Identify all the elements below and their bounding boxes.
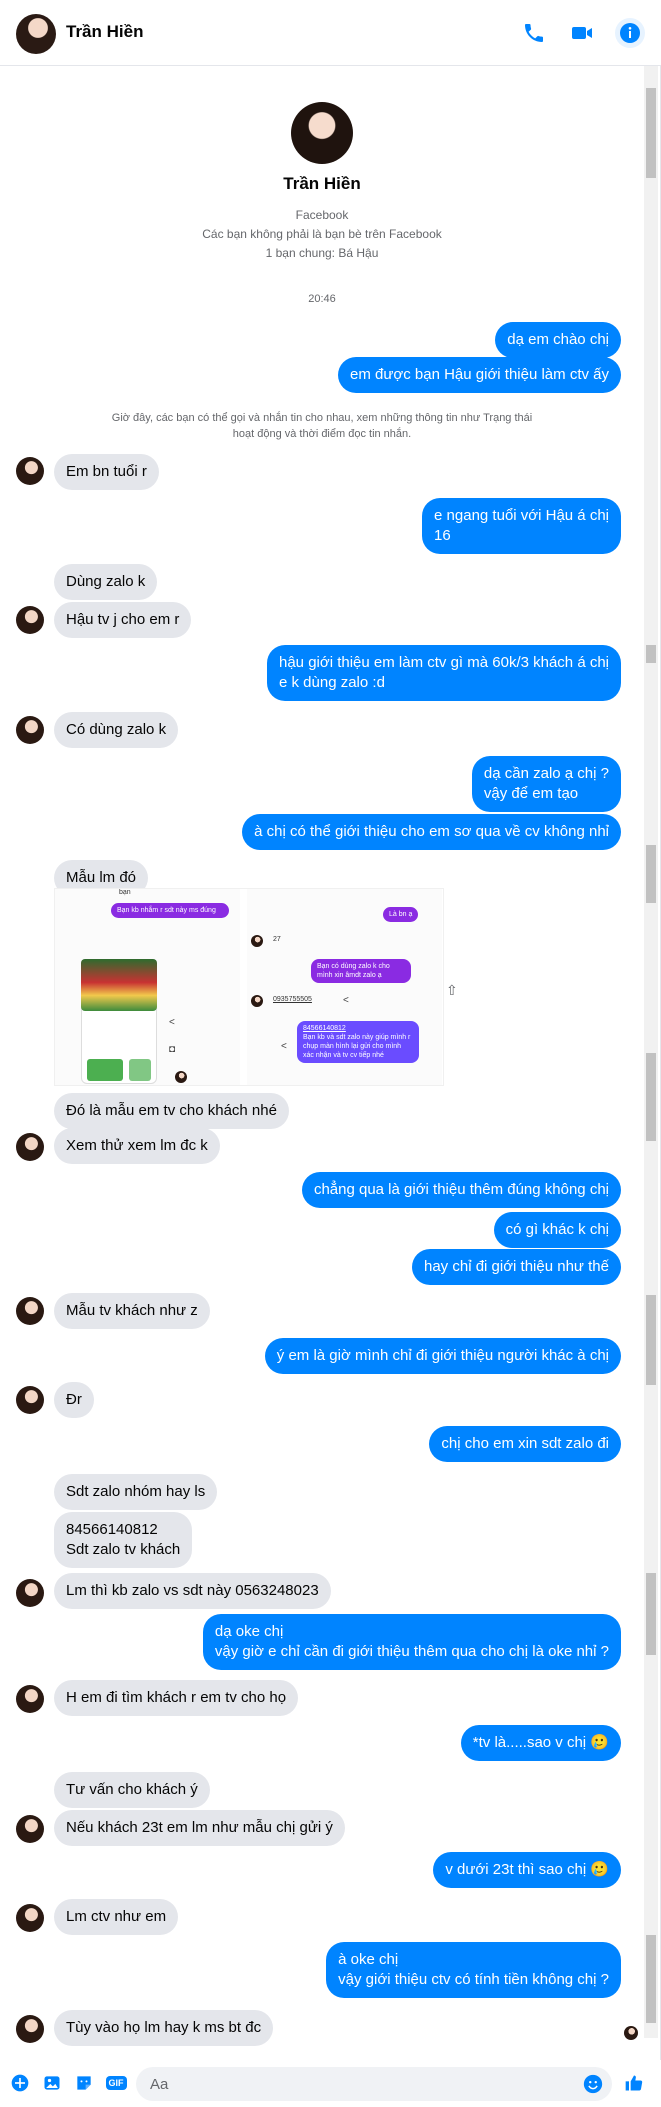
scrollbar-thumb[interactable] [646,1053,656,1141]
scrollbar-track[interactable] [644,66,658,2038]
contact-avatar-small[interactable] [16,1133,44,1161]
contact-avatar-small[interactable] [16,1815,44,1843]
message-incoming[interactable]: Mẫu tv khách như z [54,1293,210,1329]
message-outgoing[interactable]: *tv là.....sao v chị 🥲 [460,1725,621,1761]
share-icon[interactable]: ⇧ [446,982,462,998]
scrollbar-thumb[interactable] [646,1935,656,2023]
screenshot-right: Là bn ạ 27 Bạn có dùng zalo k cho mình x… [247,889,442,1085]
message-input[interactable] [136,2067,556,2101]
message-input-box[interactable] [136,2067,612,2101]
scrollbar-thumb[interactable] [646,1295,656,1385]
phone-icon[interactable] [519,18,549,48]
scrollbar-thumb[interactable] [646,88,656,178]
screenshot-photo [81,959,157,1011]
message-incoming[interactable]: 84566140812 Sdt zalo tv khách [54,1512,193,1568]
message-incoming[interactable]: Hậu tv j cho em r [54,602,192,638]
contact-avatar[interactable] [16,14,56,54]
share-icon: < [343,995,349,1006]
message-outgoing[interactable]: dạ oke chị vậy giờ e chỉ cần đi giới thi… [202,1614,621,1670]
message-incoming[interactable]: Lm ctv như em [54,1899,179,1935]
message-composer: GIF [0,2060,661,2107]
message-outgoing[interactable]: v dưới 23t thì sao chị 🥲 [433,1852,621,1888]
intro-not-friends: Các bạn không phải là bạn bè trên Facebo… [202,227,442,241]
chat-header: Trần Hiền [0,0,661,66]
message-outgoing[interactable]: chẳng qua là giới thiệu thêm đúng không … [301,1172,621,1208]
message-outgoing[interactable]: ý em là giờ mình chỉ đi giới thiệu người… [264,1338,621,1374]
message-outgoing[interactable]: à oke chị vậy giới thiệu ctv có tính tiề… [326,1942,621,1998]
scrollbar-thumb[interactable] [646,1573,656,1655]
screenshot-bubble-text: Bạn kb và sdt zalo này giúp mình r chụp … [303,1034,411,1059]
screenshot-avatar [251,995,263,1007]
info-icon[interactable] [615,18,645,48]
screenshot-phone: 0935755505 [273,996,312,1003]
screenshot-count: 27 [273,936,281,943]
image-icon[interactable] [40,2071,64,2095]
message-incoming[interactable]: Lm thì kb zalo vs sdt này 0563248023 [54,1573,331,1609]
message-outgoing[interactable]: có gì khác k chị [493,1212,621,1248]
gif-icon[interactable]: GIF [104,2071,128,2095]
plus-icon[interactable] [8,2071,32,2095]
message-incoming[interactable]: Xem thử xem lm đc k [54,1128,220,1164]
contact-avatar-small[interactable] [16,716,44,744]
camera-icon: ◘ [169,1044,176,1055]
intro-name: Trần Hiền [283,174,361,193]
intro-avatar[interactable] [291,102,353,164]
message-outgoing[interactable]: dạ cần zalo ạ chị ? vậy để em tạo [471,756,621,812]
screenshot-button [129,1059,151,1081]
message-incoming[interactable]: Em bn tuổi r [54,454,159,490]
message-outgoing[interactable]: à chị có thể giới thiệu cho em sơ qua về… [242,814,621,850]
screenshot-bubble: 84566140812 Bạn kb và sdt zalo này giúp … [297,1021,419,1063]
screenshot-bubble: Bạn kb nhắm r sdt này ms đúng [111,903,229,918]
share-icon: < [169,1017,175,1028]
contact-avatar-small[interactable] [16,457,44,485]
message-outgoing[interactable]: hậu giới thiệu em làm ctv gì mà 60k/3 kh… [267,645,621,701]
image-attachment[interactable]: bạn Bạn kb nhắm r sdt này ms đúng < ◘ Là… [54,888,444,1086]
message-incoming[interactable]: H em đi tìm khách r em tv cho họ [54,1680,299,1716]
contact-avatar-small[interactable] [16,1297,44,1325]
message-outgoing[interactable]: dạ em chào chị [495,322,621,358]
screenshot-button [87,1059,123,1081]
conversation-intro: Trần Hiền Facebook Các bạn không phải là… [0,102,644,263]
message-incoming[interactable]: Tùy vào họ lm hay k ms bt đc [54,2010,274,2046]
emoji-icon[interactable] [582,2073,604,2095]
share-icon: < [281,1041,287,1052]
intro-source: Facebook [295,208,349,222]
like-icon[interactable] [622,2071,646,2095]
message-incoming[interactable]: Có dùng zalo k [54,712,179,748]
screenshot-left: bạn Bạn kb nhắm r sdt này ms đúng < ◘ [55,889,240,1085]
contact-name[interactable]: Trần Hiền [66,22,143,42]
message-outgoing[interactable]: hay chỉ đi giới thiệu như thế [412,1249,621,1285]
contact-avatar-small[interactable] [16,606,44,634]
message-incoming[interactable]: Dùng zalo k [54,564,158,600]
contact-avatar-small[interactable] [16,1579,44,1607]
screenshot-bubble: Là bn ạ [383,907,419,922]
screenshot-bubble: Bạn có dùng zalo k cho mình xin âmdt zal… [311,959,411,983]
contact-avatar-small[interactable] [16,1386,44,1414]
message-outgoing[interactable]: chị cho em xin sdt zalo đi [429,1426,621,1462]
screenshot-text: bạn [119,889,131,896]
screenshot-avatar [251,935,263,947]
system-note: Giờ đây, các bạn có thể gọi và nhắn tin … [111,412,533,440]
scrollbar-thumb[interactable] [646,845,656,903]
sticker-icon[interactable] [72,2071,96,2095]
message-incoming[interactable]: Sdt zalo nhóm hay ls [54,1474,218,1510]
scrollbar-thumb[interactable] [646,645,656,663]
contact-avatar-small[interactable] [16,1904,44,1932]
contact-avatar-small[interactable] [16,2015,44,2043]
message-outgoing[interactable]: e ngang tuổi với Hậu á chị 16 [422,498,621,554]
message-incoming[interactable]: Đó là mẫu em tv cho khách nhé [54,1093,289,1129]
message-outgoing[interactable]: em được bạn Hậu giới thiệu làm ctv ấy [338,357,621,393]
screenshot-number: 84566140812 [303,1025,346,1032]
message-incoming[interactable]: Nếu khách 23t em lm như mẫu chị gửi ý [54,1810,345,1846]
contact-avatar-small[interactable] [16,1685,44,1713]
message-incoming[interactable]: Đr [54,1382,94,1418]
video-icon[interactable] [567,18,597,48]
timestamp: 20:46 [308,293,336,305]
message-incoming[interactable]: Tư vấn cho khách ý [54,1772,210,1808]
intro-mutual: 1 bạn chung: Bá Hậu [265,246,379,260]
screenshot-avatar [175,1071,187,1083]
seen-indicator-avatar [624,2026,638,2040]
messenger-window: Trần Hiền Trần Hiền Facebook Các bạn khô… [0,0,661,2107]
header-actions [519,18,645,48]
